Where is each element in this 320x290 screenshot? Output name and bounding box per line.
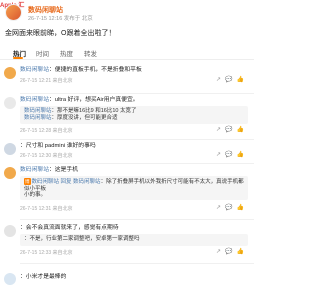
reply-text: ：那不是嘛16比9 和16比10 太宽了 xyxy=(51,108,137,114)
tab-repost[interactable]: 转发 xyxy=(84,48,97,58)
comment-text: 数码闲聊站：这是手机 xyxy=(20,167,248,175)
like-icon[interactable]: 👍 xyxy=(237,249,248,255)
reply-author[interactable]: 数码闲聊站 回复 数码闲聊站 xyxy=(32,179,101,185)
comment-actions: ↗💬👍 xyxy=(216,248,248,255)
comment-meta: 26-7-15 12:28 来自北京 xyxy=(20,128,73,134)
divider xyxy=(20,139,254,140)
commenter-avatar[interactable] xyxy=(4,143,16,155)
post-header: 数码闲聊站 26-7-15 12:16 发布于 北京 金网面来眼前睇，O跟着全出… xyxy=(0,0,254,44)
comment-tabs: 热门 时间 热度 转发 xyxy=(0,46,254,60)
comment-icon[interactable]: 💬 xyxy=(225,127,236,133)
post-body: 金网面来眼前睇，O跟着全出啦了！ xyxy=(5,30,116,37)
divider xyxy=(20,263,254,264)
author-tag: 博 xyxy=(24,178,31,185)
comment-actions: ↗💬👍 xyxy=(216,126,248,133)
post-author-avatar[interactable] xyxy=(5,4,22,21)
comment-content: ：这是手机 xyxy=(49,167,78,173)
comment-item: 数码闲聊站：这是手机 博数码闲聊站 回复 数码闲聊站：除了折叠屏手机以外我折尺寸… xyxy=(0,165,254,223)
reply-item: 数码闲聊站：厚度没讲，但可能更合适 xyxy=(24,115,244,122)
comment-content: ：ultra 好评，想买Air用户真便宜。 xyxy=(49,97,139,103)
share-icon[interactable]: ↗ xyxy=(216,152,225,158)
comment-actions: ↗💬👍 xyxy=(216,76,248,83)
comment-meta: 26-7-15 12:30 来自北京 xyxy=(20,153,73,159)
comment-meta: 26-7-15 12:31 来自北京 xyxy=(20,206,73,212)
like-icon[interactable]: 👍 xyxy=(237,127,248,133)
comment-content: ：小米才是最棒的 xyxy=(20,274,67,280)
reply-thread[interactable]: 数码闲聊站：那不是嘛16比9 和16比10 太宽了 数码闲聊站：厚度没讲，但可能… xyxy=(20,106,248,124)
reply-item: ：不是，行业第二家调整吧，安卓第一家调整吗 xyxy=(24,236,244,243)
commenter-avatar[interactable] xyxy=(4,273,16,285)
commenter-avatar[interactable] xyxy=(4,97,16,109)
comment-icon[interactable]: 💬 xyxy=(225,249,236,255)
reply-thread[interactable]: 博数码闲聊站 回复 数码闲聊站：除了折叠屏手机以外我折尺寸可能有不太大，真说手机… xyxy=(20,176,248,200)
comment-actions: ↗💬👍 xyxy=(216,151,248,158)
tab-heat[interactable]: 热度 xyxy=(60,48,73,58)
reply-text: 小的事。 xyxy=(24,192,47,198)
reply-item: 数码闲聊站：那不是嘛16比9 和16比10 太宽了 xyxy=(24,108,244,115)
reply-text: ：不是，行业第二家调整吧，安卓第一家调整吗 xyxy=(24,236,140,242)
commenter-name[interactable]: 数码闲聊站 xyxy=(20,167,49,173)
comment-content: ：尺寸和 padmini 谁好的事吗 xyxy=(20,143,96,149)
commenter-avatar[interactable] xyxy=(4,67,16,79)
comment-text: 数码闲聊站：便捷的直板手机，不是折叠和平板 xyxy=(20,67,248,75)
comment-icon[interactable]: 💬 xyxy=(225,152,236,158)
comment-content: ：会不会真流面就来了，感觉有点期待 xyxy=(20,225,119,231)
comment-item: ：尺寸和 padmini 谁好的事吗 26-7-15 12:30 来自北京 ↗💬… xyxy=(0,141,254,165)
reply-text: ：厚度没讲，但可能更合适 xyxy=(51,115,118,121)
share-icon[interactable]: ↗ xyxy=(216,127,225,133)
comment-item: 数码闲聊站：ultra 好评，想买Air用户真便宜。 数码闲聊站：那不是嘛16比… xyxy=(0,95,254,141)
comment-item: ：小米才是最棒的 xyxy=(0,271,254,289)
comment-meta: 26-7-15 12:21 来自北京 xyxy=(20,78,73,84)
divider xyxy=(20,93,254,94)
reply-thread[interactable]: ：不是，行业第二家调整吧，安卓第一家调整吗 xyxy=(20,234,248,246)
commenter-avatar[interactable] xyxy=(4,225,16,237)
reply-item: 博数码闲聊站 回复 数码闲聊站：除了折叠屏手机以外我折尺寸可能有不太大，真说手机… xyxy=(24,178,244,193)
comment-item: ：会不会真流面就来了，感觉有点期待 ：不是，行业第二家调整吧，安卓第一家调整吗 … xyxy=(0,223,254,271)
comment-text: 数码闲聊站：ultra 好评，想买Air用户真便宜。 xyxy=(20,97,248,105)
comment-icon[interactable]: 💬 xyxy=(225,77,236,83)
active-tab-indicator xyxy=(13,57,23,59)
comment-content: ：便捷的直板手机，不是折叠和平板 xyxy=(49,67,142,73)
comment-text: ：尺寸和 padmini 谁好的事吗 xyxy=(20,143,248,151)
comment-icon[interactable]: 💬 xyxy=(225,205,236,211)
share-icon[interactable]: ↗ xyxy=(216,249,225,255)
divider xyxy=(20,163,254,164)
tab-time[interactable]: 时间 xyxy=(36,48,49,58)
like-icon[interactable]: 👍 xyxy=(237,77,248,83)
comment-item: 数码闲聊站：便捷的直板手机，不是折叠和平板 26-7-15 12:21 来自北京… xyxy=(0,65,254,95)
share-icon[interactable]: ↗ xyxy=(216,205,225,211)
commenter-name[interactable]: 数码闲聊站 xyxy=(20,97,49,103)
share-icon[interactable]: ↗ xyxy=(216,77,225,83)
comment-text: ：会不会真流面就来了，感觉有点期待 xyxy=(20,225,248,233)
like-icon[interactable]: 👍 xyxy=(237,152,248,158)
reply-author[interactable]: 数码闲聊站 xyxy=(24,115,52,121)
post-timestamp: 26-7-15 12:16 发布于 北京 xyxy=(28,16,93,22)
like-icon[interactable]: 👍 xyxy=(237,205,248,211)
comment-text: ：小米才是最棒的 xyxy=(20,274,248,282)
comment-meta: 26-7-15 12:33 来自北京 xyxy=(20,250,73,256)
commenter-name[interactable]: 数码闲聊站 xyxy=(20,67,49,73)
comment-actions: ↗💬👍 xyxy=(216,204,248,211)
reply-item: 小的事。 xyxy=(24,192,244,199)
commenter-avatar[interactable] xyxy=(4,167,16,179)
divider xyxy=(20,219,254,220)
reply-author[interactable]: 数码闲聊站 xyxy=(24,108,52,114)
